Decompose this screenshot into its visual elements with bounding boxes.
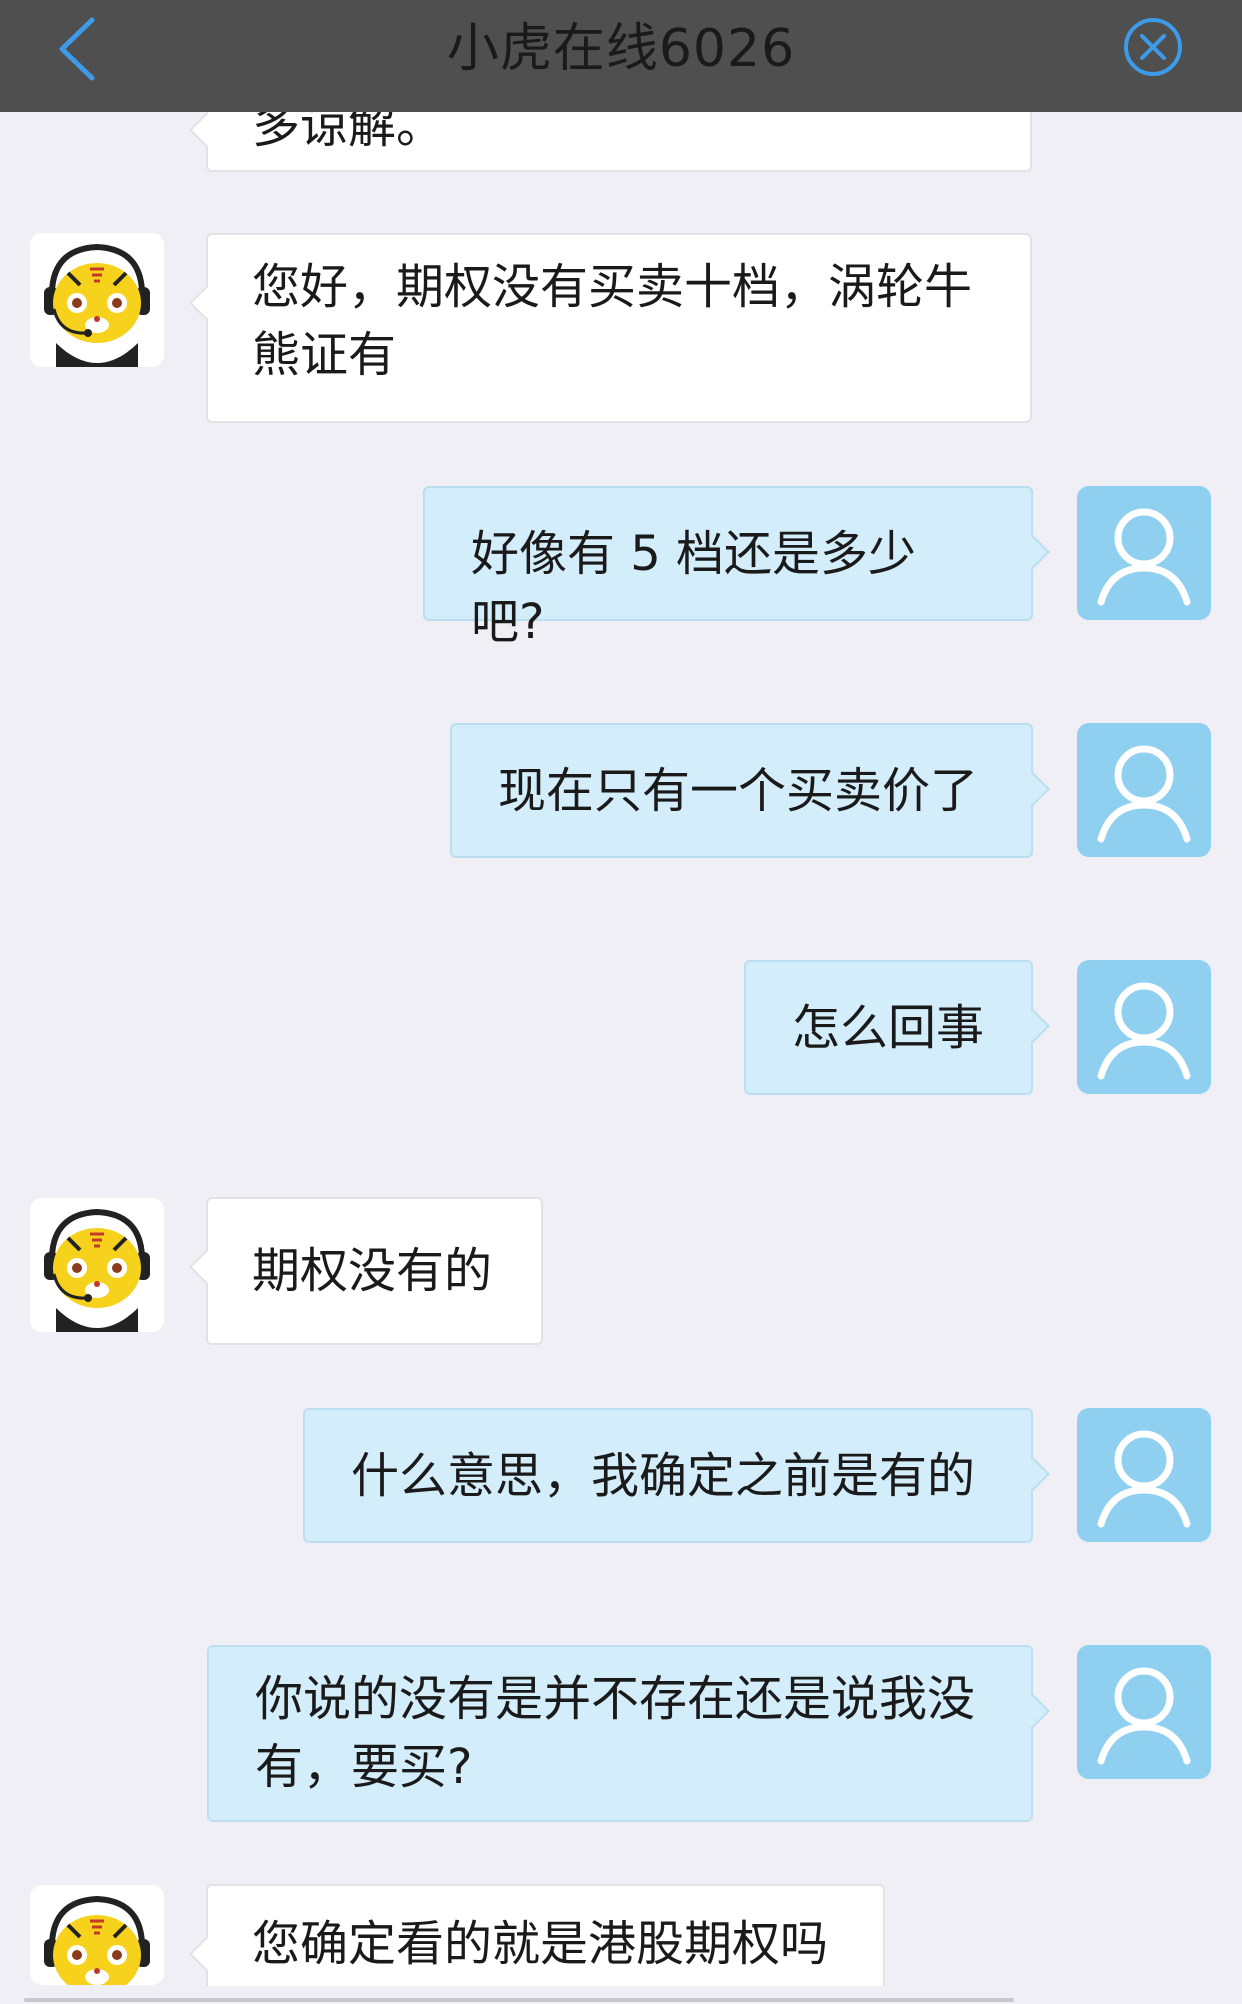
user-avatar	[1077, 1408, 1211, 1542]
message-bubble-agent: 您确定看的就是港股期权吗	[206, 1884, 885, 1986]
nav-header: 小虎在线6026	[0, 0, 1242, 112]
user-avatar	[1077, 723, 1211, 857]
person-icon	[1097, 745, 1191, 843]
agent-avatar	[30, 233, 164, 367]
input-divider	[24, 1998, 1014, 2002]
page-title: 小虎在线6026	[446, 19, 796, 79]
message-bubble-user: 现在只有一个买卖价了	[450, 723, 1033, 858]
tiger-mascot-icon	[44, 1895, 150, 1985]
user-avatar	[1077, 1645, 1211, 1779]
message-bubble-user: 什么意思，我确定之前是有的	[303, 1408, 1033, 1543]
message-text: 您好，期权没有买卖十档，涡轮牛熊证有	[252, 259, 973, 383]
tiger-mascot-icon	[44, 1208, 150, 1332]
person-icon	[1097, 982, 1191, 1080]
person-icon	[1097, 508, 1191, 606]
message-bubble-user: 你说的没有是并不存在还是说我没有，要买?	[207, 1645, 1033, 1822]
person-icon	[1097, 1430, 1191, 1528]
message-text: 怎么回事	[792, 1000, 985, 1056]
message-bubble-agent: 您好，期权没有买卖十档，涡轮牛熊证有	[206, 233, 1032, 423]
message-text: 您确定看的就是港股期权吗	[252, 1916, 829, 1972]
message-bubble-user: 好像有 5 档还是多少吧?	[423, 486, 1033, 650]
message-text: 什么意思，我确定之前是有的	[351, 1448, 976, 1504]
agent-avatar	[30, 1885, 164, 1985]
message-text: 期权没有的	[252, 1243, 493, 1299]
close-icon[interactable]	[1122, 16, 1184, 78]
message-text: 好像有 5 档还是多少吧?	[471, 526, 917, 650]
message-text: 现在只有一个买卖价了	[498, 763, 979, 819]
person-icon	[1097, 1667, 1191, 1765]
user-avatar	[1077, 486, 1211, 620]
message-text: 你说的没有是并不存在还是说我没有，要买?	[255, 1671, 976, 1795]
tiger-mascot-icon	[44, 243, 150, 367]
message-bubble-user: 怎么回事	[744, 960, 1033, 1095]
message-bubble-agent: 期权没有的	[206, 1197, 543, 1345]
agent-avatar	[30, 1198, 164, 1332]
user-avatar	[1077, 960, 1211, 1094]
